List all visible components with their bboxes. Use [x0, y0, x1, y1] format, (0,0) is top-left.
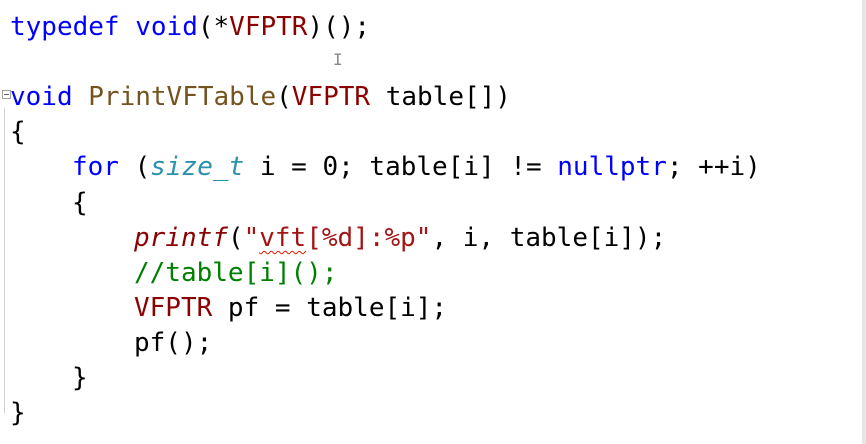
outline-guide [4, 108, 5, 413]
macro-name: VFPTR [134, 293, 213, 323]
code-line-10: pf(); [134, 326, 212, 360]
loop-increment: ; ++i) [666, 152, 761, 182]
scrollbar-edge[interactable] [862, 0, 866, 444]
open-brace: { [10, 117, 26, 147]
punctuation: ( [118, 152, 151, 182]
open-brace: { [72, 188, 88, 218]
ibeam-cursor-icon: Ι [333, 50, 343, 69]
spell-check-squiggle: vft [259, 223, 307, 253]
type-name: size_t [150, 152, 245, 182]
assignment: pf = table[i]; [212, 293, 448, 323]
function-call: pf(); [134, 328, 213, 358]
punctuation: ( [227, 223, 244, 253]
code-line-11: } [72, 361, 88, 395]
code-line-3: void PrintVFTable(VFPTR table[]) [10, 80, 511, 114]
close-brace: } [72, 363, 88, 393]
macro-name: VFPTR [291, 82, 371, 112]
punctuation: )(); [307, 12, 371, 42]
keyword: void [10, 82, 73, 112]
punctuation: (* [197, 12, 230, 42]
function-call: printf [134, 223, 228, 253]
code-line-8: //table[i](); [134, 256, 338, 290]
code-line-9: VFPTR pf = table[i]; [134, 291, 447, 325]
string-literal: " [243, 223, 260, 253]
keyword: for [72, 152, 119, 182]
code-editor[interactable]: typedef void(*VFPTR)(); Ι void PrintVFTa… [0, 0, 866, 444]
keyword: typedef [10, 12, 120, 42]
punctuation: ( [276, 82, 292, 112]
code-line-7: printf("vft[%d]:%p", i, table[i]); [134, 221, 666, 255]
string-literal: [%d]:%p" [306, 223, 432, 253]
loop-condition: i = 0; table[i] != [244, 152, 558, 182]
code-line-5: for (size_t i = 0; table[i] != nullptr; … [72, 150, 761, 184]
call-arguments: , i, table[i]); [431, 223, 667, 253]
parameter-list: table[]) [370, 82, 511, 112]
macro-name: VFPTR [229, 12, 308, 42]
code-line-12: } [10, 396, 26, 430]
comment: //table[i](); [134, 258, 338, 288]
function-name: PrintVFTable [88, 82, 277, 112]
code-line-1: typedef void(*VFPTR)(); [10, 10, 370, 44]
keyword: void [135, 12, 198, 42]
keyword: nullptr [557, 152, 667, 182]
close-brace: } [10, 398, 26, 428]
code-line-4: { [10, 115, 26, 149]
code-line-6: { [72, 186, 88, 220]
